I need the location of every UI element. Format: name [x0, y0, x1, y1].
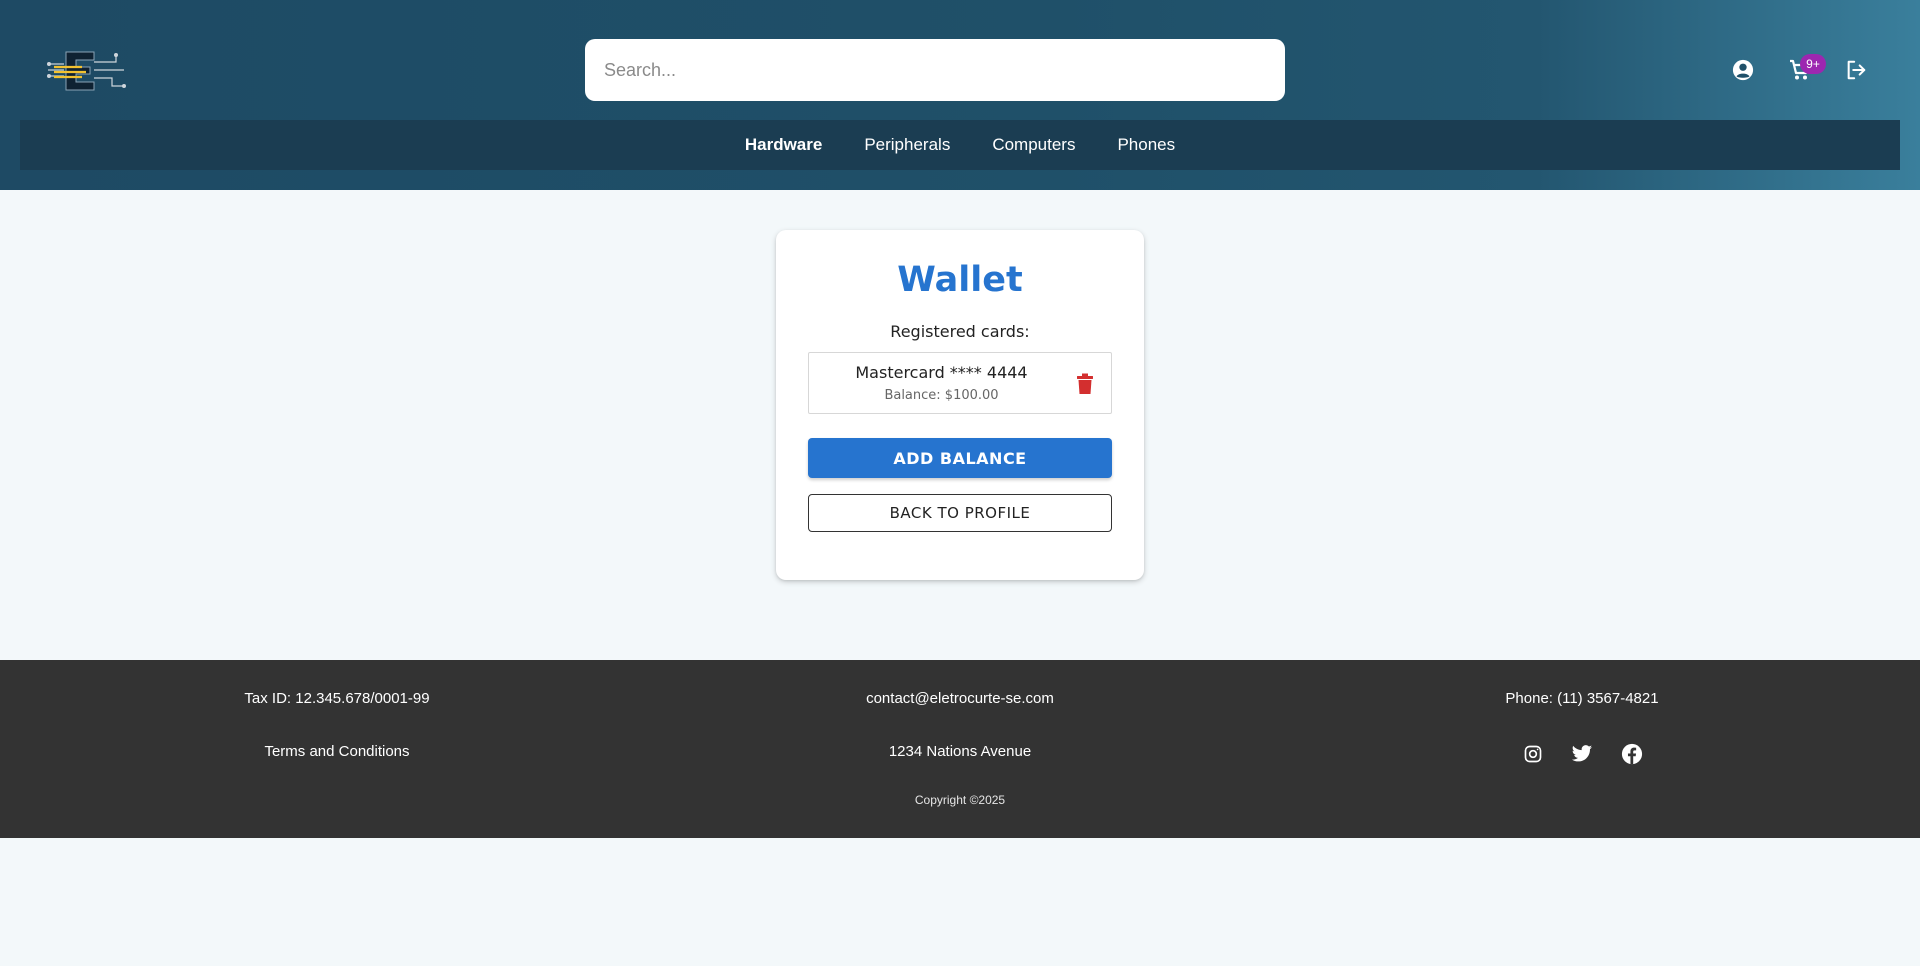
nav-item-hardware[interactable]: Hardware	[745, 135, 822, 155]
terms-link[interactable]: Terms and Conditions	[200, 743, 474, 760]
registered-cards-label: Registered cards:	[890, 322, 1030, 341]
twitter-icon[interactable]	[1570, 742, 1594, 766]
site-footer: Tax ID: 12.345.678/0001-99 contact@eletr…	[0, 660, 1920, 838]
logo[interactable]	[46, 48, 126, 94]
facebook-icon[interactable]	[1620, 742, 1644, 766]
search-input[interactable]	[585, 39, 1285, 101]
add-balance-button[interactable]: ADD BALANCE	[808, 438, 1112, 478]
tax-id: Tax ID: 12.345.678/0001-99	[244, 690, 430, 707]
card-name: Mastercard **** 4444	[855, 363, 1028, 382]
category-navbar: Hardware Peripherals Computers Phones	[20, 120, 1900, 170]
phone-number: Phone: (11) 3567-4821	[1505, 690, 1659, 707]
page-title: Wallet	[897, 260, 1023, 300]
account-circle-icon[interactable]	[1729, 56, 1757, 84]
delete-card-icon[interactable]	[1076, 373, 1094, 395]
nav-item-computers[interactable]: Computers	[992, 135, 1075, 155]
card-balance: Balance: $100.00	[884, 388, 999, 403]
logout-icon[interactable]	[1842, 56, 1870, 84]
credit-card-item: Mastercard **** 4444 Balance: $100.00	[808, 352, 1112, 414]
cart-count-badge: 9+	[1800, 54, 1826, 74]
instagram-icon[interactable]	[1521, 742, 1545, 766]
contact-email: contact@eletrocurte-se.com	[866, 690, 1054, 707]
back-to-profile-button[interactable]: BACK TO PROFILE	[808, 494, 1112, 532]
site-header: 9+ Hardware Peripherals Computers Phones	[0, 0, 1920, 190]
nav-item-peripherals[interactable]: Peripherals	[864, 135, 950, 155]
copyright: Copyright ©2025	[914, 793, 1006, 807]
circuit-e-logo-icon	[47, 51, 126, 91]
wallet-card: Wallet Registered cards: Mastercard ****…	[776, 230, 1144, 580]
nav-item-phones[interactable]: Phones	[1117, 135, 1175, 155]
address: 1234 Nations Avenue	[888, 743, 1032, 760]
